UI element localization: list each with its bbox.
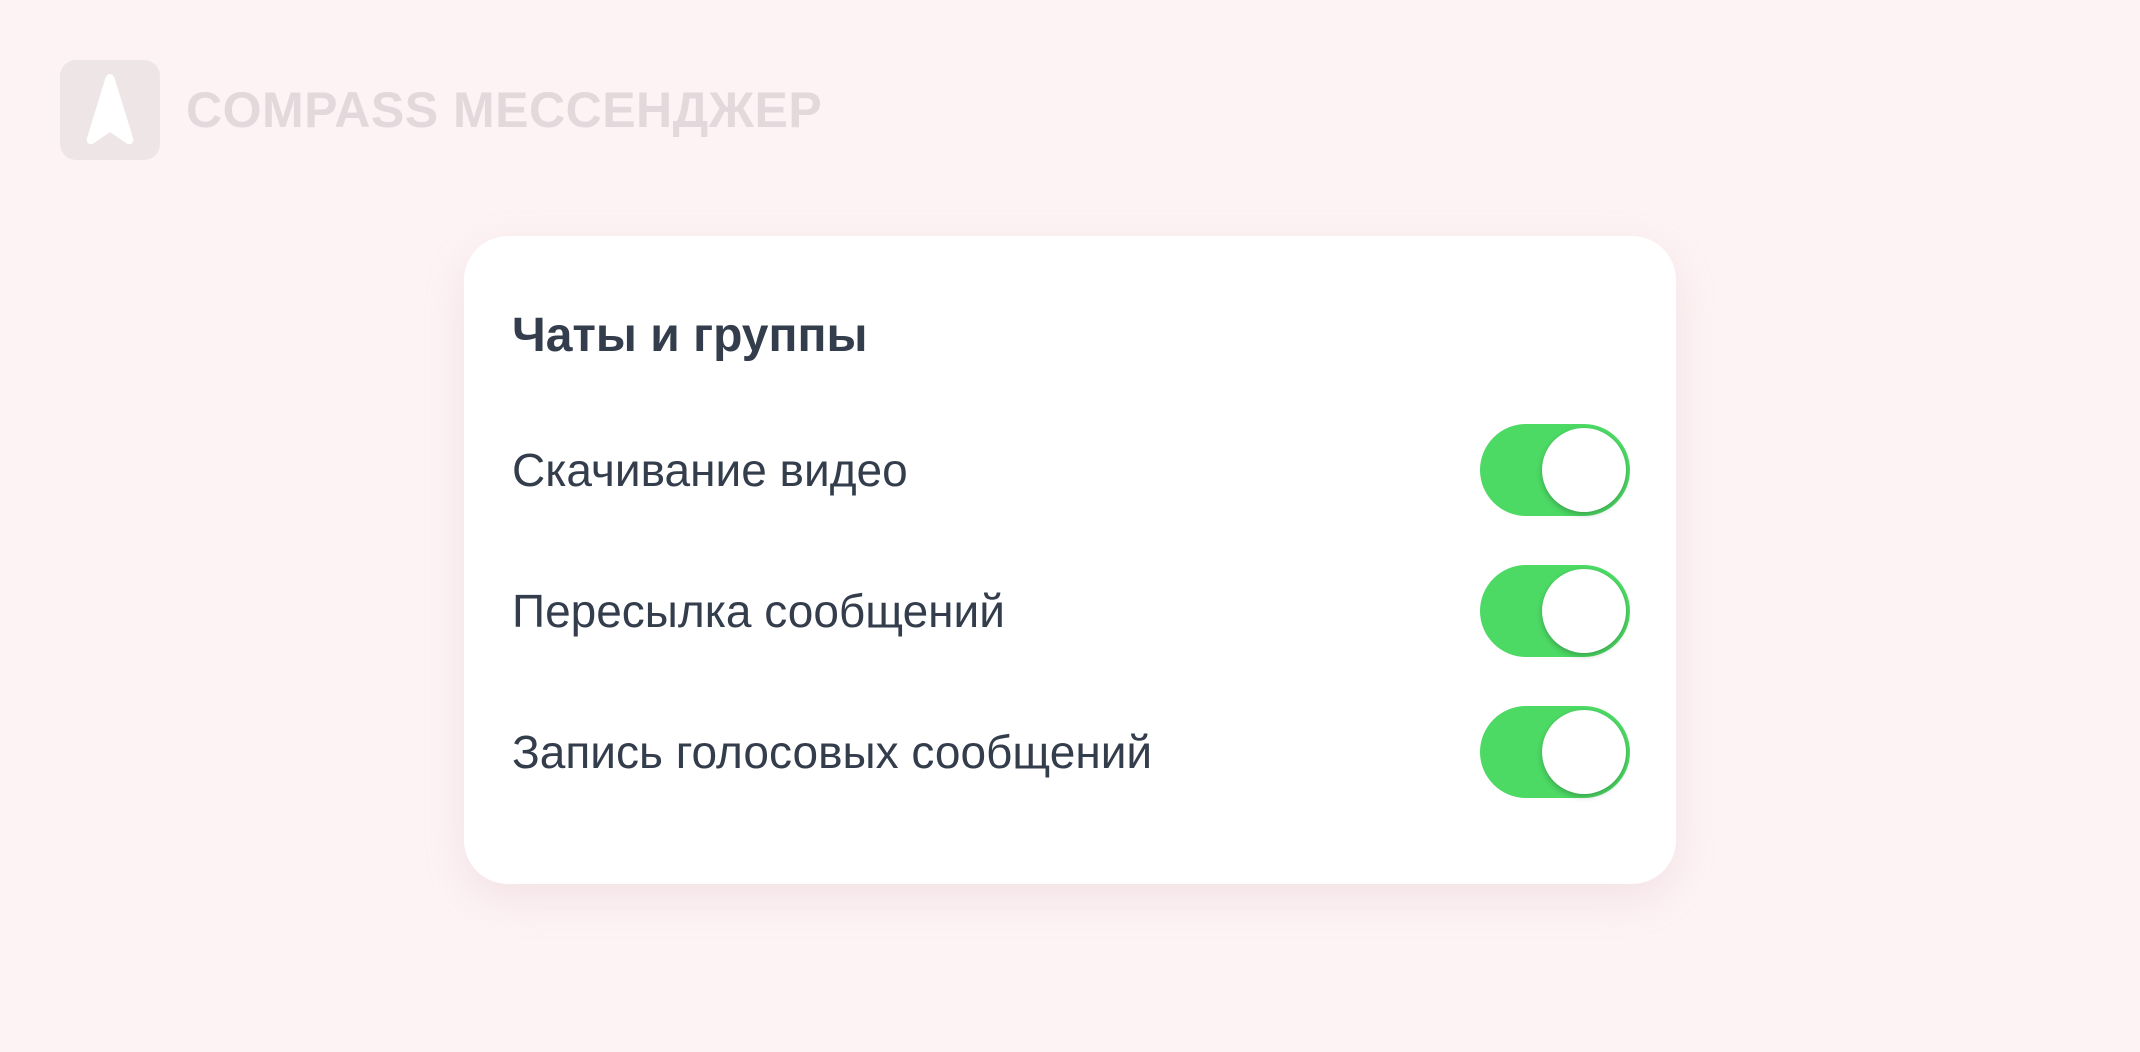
message-forwarding-toggle[interactable]	[1480, 565, 1630, 657]
brand-name: COMPASS МЕССЕНДЖЕР	[186, 82, 823, 138]
toggle-knob	[1542, 428, 1626, 512]
compass-logo-icon	[60, 60, 160, 160]
settings-card: Чаты и группы Скачивание видео Пересылка…	[464, 236, 1676, 884]
section-title: Чаты и группы	[512, 309, 868, 362]
setting-label: Запись голосовых сообщений	[512, 726, 1153, 778]
compass-arrow-icon	[86, 74, 134, 145]
brand-header: COMPASS МЕССЕНДЖЕР	[60, 60, 822, 160]
setting-row-voice-recording: Запись голосовых сообщений	[512, 706, 1630, 798]
setting-row-message-forwarding: Пересылка сообщений	[512, 565, 1630, 657]
toggle-knob	[1542, 569, 1626, 653]
video-download-toggle[interactable]	[1480, 424, 1630, 516]
setting-row-video-download: Скачивание видео	[512, 424, 1630, 516]
voice-recording-toggle[interactable]	[1480, 706, 1630, 798]
setting-label: Пересылка сообщений	[512, 585, 1005, 637]
toggle-knob	[1542, 710, 1626, 794]
setting-label: Скачивание видео	[512, 444, 908, 496]
